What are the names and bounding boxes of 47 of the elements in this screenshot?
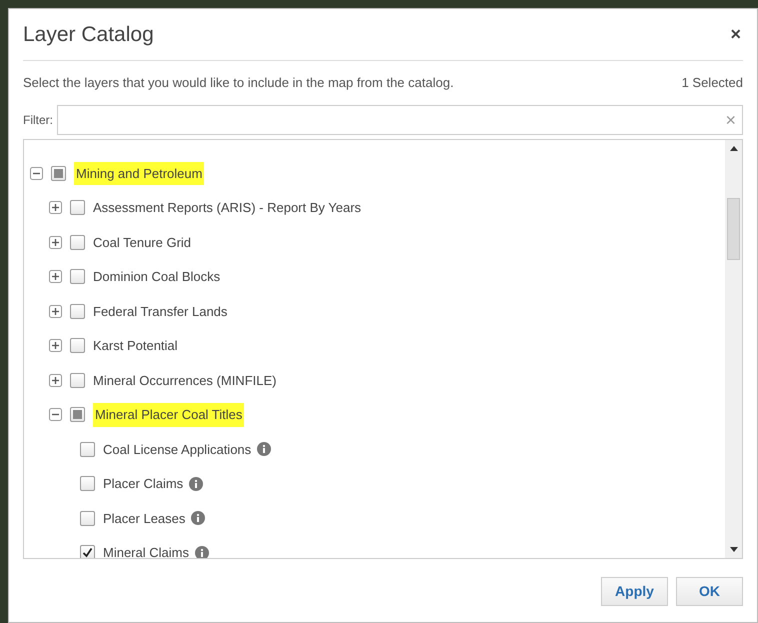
dialog-button[interactable]: Apply [601, 577, 668, 606]
plus-toggle-icon[interactable] [49, 374, 62, 387]
info-icon[interactable] [191, 511, 206, 526]
plus-toggle-icon[interactable] [49, 270, 62, 284]
layer-label[interactable]: Mineral Placer Coal Titles [93, 403, 244, 426]
layer-label[interactable]: Federal Transfer Lands [93, 302, 228, 321]
checkbox[interactable] [70, 234, 85, 250]
layer-label[interactable]: Mineral Claims [103, 543, 189, 558]
checkbox[interactable] [80, 510, 95, 526]
plus-toggle-icon[interactable] [49, 304, 62, 318]
minus-toggle-icon[interactable] [49, 408, 62, 422]
checkbox[interactable] [70, 304, 85, 319]
layer-label[interactable]: Placer Leases [103, 508, 186, 528]
scrollbar[interactable] [725, 140, 742, 558]
layer-label[interactable]: Coal License Applications [103, 440, 252, 459]
minus-toggle-icon[interactable] [30, 166, 43, 180]
scroll-up-icon[interactable] [730, 146, 738, 151]
instruction-text: Select the layers that you would like to include in the map from the catalog. [23, 74, 454, 92]
scroll-thumb[interactable] [727, 198, 740, 260]
checkbox[interactable] [51, 166, 66, 181]
plus-toggle-icon[interactable] [49, 236, 62, 249]
info-icon[interactable] [189, 476, 204, 491]
layer-label[interactable]: Karst Potential [93, 336, 178, 356]
plus-toggle-icon[interactable] [49, 201, 62, 214]
checkbox[interactable] [70, 200, 85, 216]
close-button[interactable]: × [730, 21, 743, 48]
layer-label[interactable]: Assessment Reports (ARIS) - Report By Years [93, 198, 362, 218]
info-icon[interactable] [194, 546, 209, 558]
layer-label[interactable]: Coal Tenure Grid [93, 232, 192, 252]
checkbox[interactable] [80, 442, 95, 457]
checkbox[interactable] [70, 407, 85, 422]
layer-label[interactable]: Placer Claims [103, 474, 184, 494]
info-icon[interactable] [257, 442, 272, 456]
checkbox[interactable] [80, 476, 95, 492]
filter-label: Filter: [23, 112, 53, 129]
checkbox[interactable] [70, 269, 85, 284]
layer-label[interactable]: Mineral Occurrences (MINFILE) [93, 370, 276, 390]
plus-toggle-icon[interactable] [49, 339, 62, 352]
selected-count: 1 Selected [682, 74, 743, 92]
checkbox[interactable] [80, 545, 95, 558]
dialog-title: Layer Catalog [23, 22, 154, 48]
checkbox[interactable] [70, 338, 85, 354]
scroll-down-icon[interactable] [730, 547, 738, 552]
checkbox[interactable] [70, 372, 85, 388]
dialog-button[interactable]: OK [676, 577, 743, 606]
layer-label[interactable]: Dominion Coal Blocks [93, 267, 220, 286]
layer-label[interactable]: Mining and Petroleum [74, 162, 204, 185]
